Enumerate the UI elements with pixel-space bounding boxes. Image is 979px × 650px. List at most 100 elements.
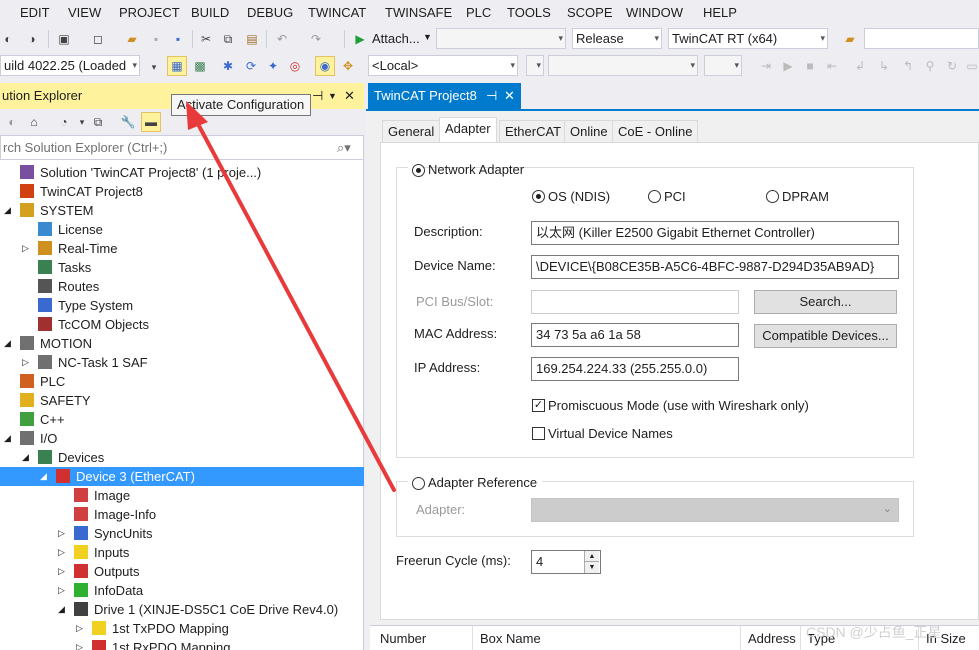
paste-icon[interactable]: ▤ bbox=[244, 31, 260, 47]
logout-icon[interactable]: ⇤ bbox=[824, 58, 840, 74]
login-icon[interactable]: ⇥ bbox=[758, 58, 774, 74]
back-icon[interactable]: ◐ bbox=[4, 114, 20, 130]
tab-online[interactable]: Online bbox=[564, 120, 614, 142]
reset-icon[interactable]: ↻ bbox=[944, 58, 960, 74]
expand-icon[interactable]: ▷ bbox=[22, 353, 29, 372]
spin-down-icon[interactable]: ▼ bbox=[584, 562, 599, 573]
find-in-files-icon[interactable]: ▰ bbox=[842, 31, 858, 47]
menu-plc[interactable]: PLC bbox=[466, 5, 491, 20]
description-field[interactable]: 以太网 (Killer E2500 Gigabit Ethernet Contr… bbox=[531, 221, 899, 245]
collapse-icon[interactable]: ◢ bbox=[22, 448, 29, 467]
preview-icon[interactable]: ▬ bbox=[141, 112, 161, 132]
expand-icon[interactable]: ▷ bbox=[58, 581, 65, 600]
expand-icon[interactable]: ▷ bbox=[58, 543, 65, 562]
small-combo[interactable]: ▾ bbox=[526, 55, 544, 76]
menu-build[interactable]: BUILD bbox=[191, 5, 229, 20]
copy-icon[interactable]: ⧉ bbox=[220, 31, 236, 47]
show-online-data-icon[interactable]: ◉ bbox=[315, 56, 335, 76]
step-into-icon[interactable]: ↲ bbox=[852, 58, 868, 74]
network-adapter-option[interactable]: Network Adapter bbox=[408, 161, 524, 179]
menu-window[interactable]: WINDOW bbox=[626, 5, 683, 20]
compatible-devices-button[interactable]: Compatible Devices... bbox=[754, 324, 897, 348]
port-combo[interactable]: ▾ bbox=[704, 55, 742, 76]
config-mode-icon[interactable]: ✱ bbox=[220, 58, 236, 74]
menu-twinsafe[interactable]: TWINSAFE bbox=[385, 5, 452, 20]
expand-icon[interactable]: ▷ bbox=[58, 524, 65, 543]
more-icon[interactable]: ▭ bbox=[964, 58, 979, 74]
breakpoint-icon[interactable]: ⚲ bbox=[922, 58, 938, 74]
new-project-icon[interactable]: ▣ bbox=[56, 31, 72, 47]
tab-coe-online[interactable]: CoE - Online bbox=[612, 120, 699, 142]
step-over-icon[interactable]: ↳ bbox=[876, 58, 892, 74]
search-button[interactable]: Search... bbox=[754, 290, 897, 314]
menu-debug[interactable]: DEBUG bbox=[247, 5, 293, 20]
home-icon[interactable]: ⌂ bbox=[26, 114, 42, 130]
expand-icon[interactable]: ▷ bbox=[76, 638, 83, 650]
menu-tools[interactable]: TOOLS bbox=[507, 5, 551, 20]
cut-icon[interactable]: ✂ bbox=[198, 31, 214, 47]
pci-bus-field[interactable] bbox=[531, 290, 739, 314]
plc-stop-icon[interactable]: ■ bbox=[802, 58, 818, 74]
pending-changes-icon[interactable]: ◔ bbox=[56, 114, 72, 130]
menu-view[interactable]: VIEW bbox=[68, 5, 101, 20]
column-number[interactable]: Number bbox=[380, 631, 426, 646]
show-sub-items-icon[interactable]: ✥ bbox=[340, 58, 356, 74]
collapse-icon[interactable]: ◢ bbox=[4, 429, 11, 448]
pending-dropdown-icon[interactable]: ▾ bbox=[74, 114, 90, 130]
ip-address-field[interactable]: 169.254.224.33 (255.255.0.0) bbox=[531, 357, 739, 381]
solution-configuration-combo[interactable]: Release ▾ bbox=[572, 28, 662, 49]
window-position-icon[interactable]: ▼ bbox=[328, 83, 337, 109]
target-system-combo[interactable]: <Local> ▾ bbox=[368, 55, 518, 76]
spin-up-icon[interactable]: ▲ bbox=[584, 551, 599, 562]
promiscuous-checkbox[interactable]: ✓ bbox=[532, 399, 545, 412]
solution-explorer-search[interactable]: rch Solution Explorer (Ctrl+;) ⌕▾ bbox=[0, 135, 364, 160]
add-item-icon[interactable]: ◻ bbox=[90, 31, 106, 47]
collapse-all-icon[interactable]: ⧉ bbox=[90, 114, 106, 130]
open-folder-icon[interactable]: ▰ bbox=[124, 31, 140, 47]
os-ndis-radio[interactable] bbox=[532, 190, 545, 203]
attach-dropdown-icon[interactable]: ▼ bbox=[423, 32, 432, 42]
freerun-cycle-spinner[interactable]: 4 ▲ ▼ bbox=[531, 550, 601, 574]
navigate-back-icon[interactable]: ◐ bbox=[0, 31, 16, 47]
dpram-radio[interactable] bbox=[766, 190, 779, 203]
collapse-icon[interactable]: ◢ bbox=[4, 334, 11, 353]
plc-start-icon[interactable]: ▶ bbox=[780, 58, 796, 74]
toggle-freerun-icon[interactable]: ◎ bbox=[287, 58, 303, 74]
pci-radio[interactable] bbox=[648, 190, 661, 203]
expand-icon[interactable]: ▷ bbox=[58, 562, 65, 581]
network-adapter-radio[interactable] bbox=[412, 164, 425, 177]
quick-find-combo[interactable] bbox=[864, 28, 979, 49]
tree-item[interactable]: ◢ Device 3 (EtherCAT) bbox=[0, 467, 364, 486]
navigate-forward-icon[interactable]: ◑ bbox=[24, 31, 40, 47]
close-icon[interactable]: ✕ bbox=[344, 83, 355, 109]
expand-icon[interactable]: ▷ bbox=[22, 239, 29, 258]
collapse-icon[interactable]: ◢ bbox=[58, 600, 65, 619]
run-mode-icon[interactable]: ▩ bbox=[192, 58, 208, 74]
solution-platform-combo[interactable]: TwinCAT RT (x64) ▾ bbox=[668, 28, 828, 49]
debug-target-combo[interactable]: ▾ bbox=[436, 28, 566, 49]
adapter-reference-radio[interactable] bbox=[412, 477, 425, 490]
save-icon[interactable]: ▪ bbox=[148, 31, 164, 47]
tab-close-icon[interactable]: ✕ bbox=[504, 83, 515, 109]
mac-address-field[interactable]: 34 73 5a a6 1a 58 bbox=[531, 323, 739, 347]
menu-twincat[interactable]: TWINCAT bbox=[308, 5, 366, 20]
menu-edit[interactable]: EDIT bbox=[20, 5, 50, 20]
device-name-field[interactable]: \DEVICE\{B08CE35B-A5C6-4BFC-9887-D294D35… bbox=[531, 255, 899, 279]
tab-pin-icon[interactable]: ⊣ bbox=[486, 83, 497, 109]
expand-icon[interactable]: ▷ bbox=[76, 619, 83, 638]
undo-icon[interactable]: ↶ bbox=[274, 31, 290, 47]
adapter-select[interactable]: ⌄ bbox=[531, 498, 899, 522]
activate-configuration-icon[interactable]: ▦ bbox=[167, 56, 187, 76]
scan-icon[interactable]: ✦ bbox=[265, 58, 281, 74]
document-tab[interactable]: TwinCAT Project8 ⊣ ✕ bbox=[368, 83, 521, 109]
column-box-name[interactable]: Box Name bbox=[480, 631, 541, 646]
step-out-icon[interactable]: ↰ bbox=[900, 58, 916, 74]
pin-icon[interactable]: ⊣ bbox=[312, 83, 323, 109]
build-version-combo[interactable]: uild 4022.25 (Loaded ▾ bbox=[0, 55, 140, 76]
collapse-icon[interactable]: ◢ bbox=[40, 467, 47, 486]
menu-help[interactable]: HELP bbox=[703, 5, 737, 20]
search-icon[interactable]: ⌕▾ bbox=[337, 136, 351, 159]
tab-general[interactable]: General bbox=[382, 120, 441, 142]
menu-scope[interactable]: SCOPE bbox=[567, 5, 613, 20]
adapter-reference-option[interactable]: Adapter Reference bbox=[408, 474, 542, 492]
